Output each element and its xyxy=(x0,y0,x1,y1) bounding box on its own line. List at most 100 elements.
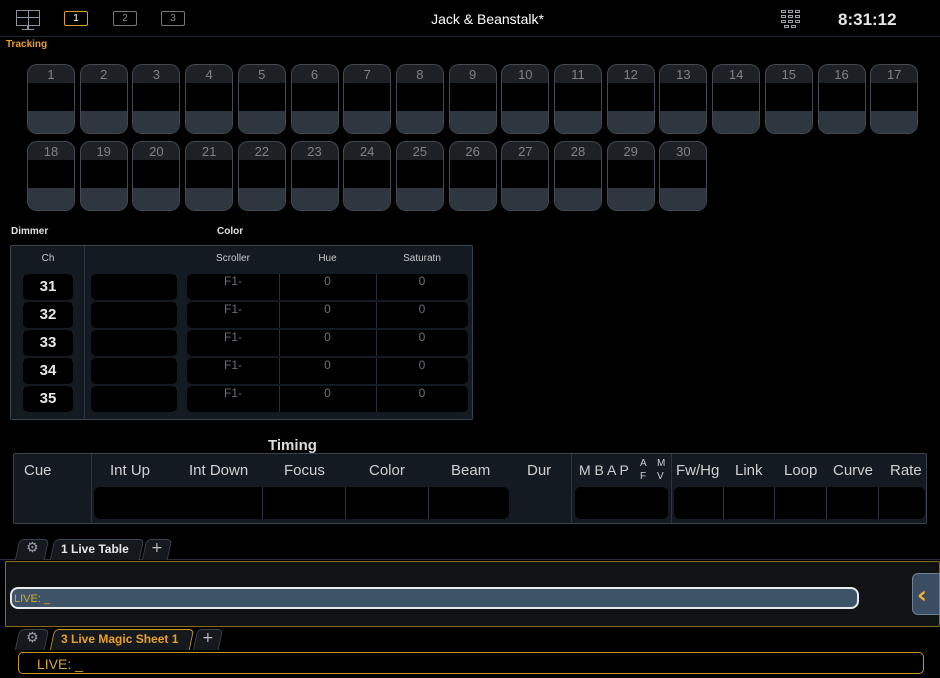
channel-tile[interactable]: 1 xyxy=(27,64,75,134)
channel-tile[interactable]: 19 xyxy=(79,141,128,211)
dimmer-label: Dimmer xyxy=(11,226,49,237)
collapse-button[interactable]: ‹ xyxy=(912,573,940,615)
command-line-input-2[interactable] xyxy=(18,652,924,674)
channel-number: 21 xyxy=(185,141,234,160)
flags-values[interactable] xyxy=(575,487,668,519)
channel-level xyxy=(448,160,497,211)
channel-number: 28 xyxy=(554,141,602,160)
column-divider xyxy=(84,246,85,419)
top-bar: 1 2 3 Jack & Beanstalk* 8:31:12 xyxy=(0,0,940,37)
keypad-icon[interactable] xyxy=(780,9,804,29)
timing-values[interactable] xyxy=(94,487,509,519)
add-tab-button[interactable]: + xyxy=(151,540,163,556)
channel-tile[interactable]: 20 xyxy=(132,141,181,211)
channel-tile[interactable]: 2 xyxy=(79,64,128,134)
color-row[interactable]: F1- 0 0 xyxy=(187,386,468,412)
channel-number: 4 xyxy=(185,64,234,83)
tab-label[interactable]: 3 Live Magic Sheet 1 xyxy=(61,632,178,646)
channel-tile[interactable]: 22 xyxy=(237,141,286,211)
dimmer-cell[interactable] xyxy=(91,358,177,384)
command-line-input[interactable] xyxy=(10,587,859,609)
channel-tile[interactable]: 30 xyxy=(659,141,708,211)
header-scroller: Scroller xyxy=(216,253,250,264)
dimmer-cell[interactable] xyxy=(91,330,177,356)
channel-tile[interactable]: 18 xyxy=(27,141,75,211)
channel-tile[interactable]: 3 xyxy=(132,64,181,134)
channel-tile[interactable]: 27 xyxy=(501,141,550,211)
channel-tile[interactable]: 12 xyxy=(606,64,655,134)
channel-level xyxy=(554,160,602,211)
channel-level xyxy=(606,160,655,211)
dimmer-cell[interactable] xyxy=(91,274,177,300)
channel-number: 23 xyxy=(290,141,339,160)
channel-number: 24 xyxy=(343,141,392,160)
channel-number: 1 xyxy=(27,64,75,83)
channel-tile[interactable]: 9 xyxy=(448,64,497,134)
dimmer-cell[interactable] xyxy=(91,386,177,412)
tab-label[interactable]: 1 Live Table xyxy=(61,542,129,556)
channel-cell[interactable]: 33 xyxy=(23,330,73,356)
channel-number: 27 xyxy=(501,141,550,160)
channel-tile[interactable]: 29 xyxy=(606,141,655,211)
hue-value: 0 xyxy=(324,386,331,400)
cue-table: Cue Int Up Int Down Focus Color Beam Dur… xyxy=(13,453,927,524)
channel-tile[interactable]: 25 xyxy=(395,141,444,211)
channel-number: 16 xyxy=(817,64,866,83)
tab-bar-bottom: ⚙ 3 Live Magic Sheet 1 + xyxy=(0,626,940,650)
channel-level xyxy=(79,83,128,134)
channel-level xyxy=(185,160,234,211)
dimmer-cell[interactable] xyxy=(91,302,177,328)
header-ch: Ch xyxy=(41,253,55,264)
saturation-value: 0 xyxy=(418,302,426,316)
scroller-value: F1- xyxy=(224,386,242,400)
color-row[interactable]: F1- 0 0 xyxy=(187,302,468,328)
channel-level xyxy=(870,83,919,134)
channel-cell[interactable]: 34 xyxy=(23,358,73,384)
channel-tile[interactable]: 7 xyxy=(343,64,392,134)
channel-tile[interactable]: 26 xyxy=(448,141,497,211)
channel-tile[interactable]: 15 xyxy=(764,64,813,134)
channel-tile[interactable]: 10 xyxy=(501,64,550,134)
hue-value: 0 xyxy=(324,274,331,288)
channel-tile[interactable]: 5 xyxy=(237,64,286,134)
color-row[interactable]: F1- 0 0 xyxy=(187,330,468,356)
saturation-value: 0 xyxy=(418,330,426,344)
channel-tile[interactable]: 11 xyxy=(554,64,602,134)
channel-tile[interactable]: 16 xyxy=(817,64,866,134)
header-mv: M V xyxy=(657,458,666,482)
scroller-value: F1- xyxy=(224,274,242,288)
channel-cell[interactable]: 31 xyxy=(23,274,73,300)
scroller-value: F1- xyxy=(224,330,242,344)
channel-tile[interactable]: 13 xyxy=(659,64,708,134)
scroller-value: F1- xyxy=(224,302,242,316)
channel-tile[interactable]: 4 xyxy=(185,64,234,134)
channel-cell[interactable]: 32 xyxy=(23,302,73,328)
channel-number: 17 xyxy=(870,64,919,83)
gear-icon[interactable]: ⚙ xyxy=(26,540,39,556)
chevron-left-icon: ‹ xyxy=(917,581,927,609)
channel-number: 22 xyxy=(237,141,286,160)
cue-attributes-values[interactable] xyxy=(674,487,925,519)
color-row[interactable]: F1- 0 0 xyxy=(187,274,468,300)
channel-cell[interactable]: 35 xyxy=(23,386,73,412)
header-int-down: Int Down xyxy=(189,462,249,479)
color-row[interactable]: F1- 0 0 xyxy=(187,358,468,384)
channel-tile[interactable]: 17 xyxy=(870,64,919,134)
channel-tile[interactable]: 28 xyxy=(554,141,602,211)
header-cue: Cue xyxy=(24,462,52,479)
channel-level xyxy=(554,83,602,134)
channel-level xyxy=(501,160,550,211)
channel-tile[interactable]: 6 xyxy=(290,64,339,134)
add-tab-button[interactable]: + xyxy=(202,630,214,646)
channel-level xyxy=(132,160,181,211)
channel-level xyxy=(132,83,181,134)
tracking-label: Tracking xyxy=(6,39,48,50)
channel-number: 2 xyxy=(79,64,128,83)
gear-icon[interactable]: ⚙ xyxy=(26,630,39,646)
channel-tile[interactable]: 14 xyxy=(712,64,761,134)
channel-level xyxy=(237,83,286,134)
channel-tile[interactable]: 23 xyxy=(290,141,339,211)
channel-tile[interactable]: 8 xyxy=(395,64,444,134)
channel-tile[interactable]: 24 xyxy=(343,141,392,211)
channel-tile[interactable]: 21 xyxy=(185,141,234,211)
